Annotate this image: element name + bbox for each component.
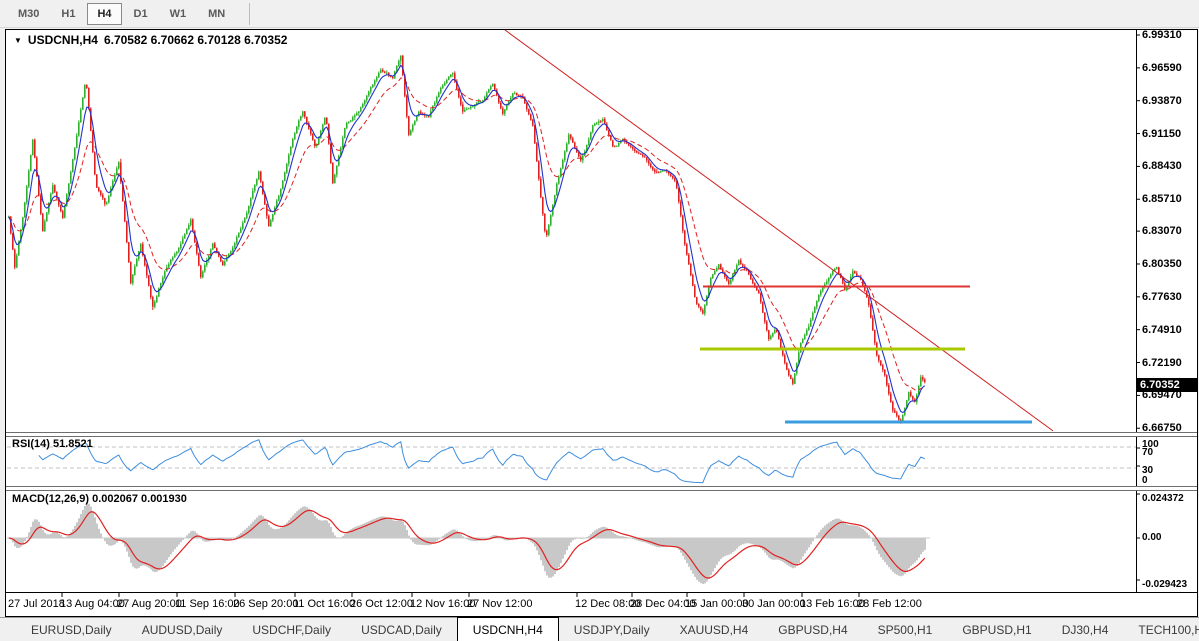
date-axis-label: 12 Nov 16:00 [410,598,475,610]
candlestick-series [8,55,926,424]
price-axis-label: 6.93870 [1142,96,1182,107]
pane-splitter[interactable] [6,432,1197,437]
descending-trendline[interactable] [505,30,1053,431]
macd-histogram [8,503,926,584]
pane-splitter[interactable] [6,486,1197,491]
chart-tab-bar: EURUSD,Daily AUDUSD,Daily USDCHF,Daily USDC… [0,617,1199,641]
tab-label: TECH100,H1 [1138,623,1199,637]
date-axis-label: 27 Jul 2018 [8,598,65,610]
tab-gbpusd-h1[interactable]: GBPUSD,H1 [947,618,1046,641]
tab-usdjpy-daily[interactable]: USDJPY,Daily [559,618,665,641]
macd-indicator-label: MACD(12,26,9) 0.002067 0.001930 [12,493,187,505]
overlay-lines [505,30,1053,431]
ma-fast-line [9,65,925,412]
tab-usdcad-daily[interactable]: USDCAD,Daily [346,618,457,641]
tab-label: XAUUSD,H4 [680,623,749,637]
macd-pane[interactable] [7,503,930,584]
tab-label: GBPUSD,H4 [778,623,847,637]
date-axis-label: 11 Sep 16:00 [175,598,240,610]
rsi-indicator-label: RSI(14) 51.8521 [12,438,93,450]
tab-label: DJ30,H4 [1062,623,1109,637]
macd-axis-label: 0.024372 [1142,494,1184,504]
axis-ticks [62,35,1140,597]
symbol-dropdown-icon[interactable]: ▼ [14,36,22,45]
tab-dj30-h4[interactable]: DJ30,H4 [1047,618,1124,641]
price-axis-label: 6.66750 [1142,423,1182,434]
chart-ohlc-values: 6.70582 6.70662 6.70128 6.70352 [104,33,288,47]
tab-label: EURUSD,Daily [31,623,112,637]
current-price-tag: 6.70352 [1137,378,1198,392]
date-axis-label: 15 Jan 00:00 [685,598,749,610]
tab-sp500-h1[interactable]: SP500,H1 [863,618,948,641]
tab-usdcnh-h4[interactable]: USDCNH,H4 [457,617,559,641]
rsi-axis-label: 70 [1142,448,1153,458]
rsi-axis-label: 0 [1142,476,1148,486]
tab-label: USDCNH,H4 [473,623,543,637]
macd-axis-label: -0.029423 [1142,580,1187,590]
date-axis-label: 30 Jan 00:00 [742,598,806,610]
price-axis-label: 6.88430 [1142,161,1182,172]
ma-slow-line [9,78,925,391]
tab-label: USDJPY,Daily [574,623,650,637]
tab-xauusd-h4[interactable]: XAUUSD,H4 [665,618,764,641]
price-axis-label: 6.85710 [1142,194,1182,205]
price-axis-label: 6.99310 [1142,30,1182,41]
rsi-line [39,440,925,483]
price-axis-divider [1136,30,1137,593]
date-axis-divider [6,592,1197,593]
date-axis-label: 11 Oct 16:00 [293,598,355,610]
tab-label: SP500,H1 [878,623,933,637]
price-axis-label: 6.77630 [1142,292,1182,303]
date-axis-label: 26 Sep 20:00 [233,598,298,610]
date-axis-label: 26 Oct 12:00 [350,598,413,610]
tab-label: USDCHF,Daily [252,623,331,637]
date-axis-label: 27 Aug 20:00 [117,598,182,610]
date-axis-label: 13 Feb 16:00 [800,598,865,610]
price-axis-label: 6.72190 [1142,358,1182,369]
price-axis-label: 6.80350 [1142,259,1182,270]
tab-usdchf-daily[interactable]: USDCHF,Daily [237,618,346,641]
price-axis-label: 6.96590 [1142,63,1182,74]
tab-label: AUDUSD,Daily [142,623,223,637]
macd-axis-label: 0.00 [1142,533,1161,543]
price-axis-label: 6.74910 [1142,325,1182,336]
date-axis-label: 13 Aug 04:00 [60,598,125,610]
tab-eurusd-daily[interactable]: EURUSD,Daily [16,618,127,641]
tab-audusd-daily[interactable]: AUDUSD,Daily [127,618,238,641]
tab-gbpusd-h4[interactable]: GBPUSD,H4 [763,618,862,641]
chart-canvas[interactable] [0,0,1199,641]
chart-title: ▼ USDCNH,H4 6.70582 6.70662 6.70128 6.70… [14,33,287,47]
date-axis-label: 27 Nov 12:00 [467,598,532,610]
rsi-pane[interactable] [7,440,1136,483]
tab-label: GBPUSD,H1 [962,623,1031,637]
price-axis-label: 6.83070 [1142,226,1182,237]
tab-tech100-h1[interactable]: TECH100,H1 [1123,618,1199,641]
date-axis-label: 28 Feb 12:00 [857,598,922,610]
price-axis-label: 6.91150 [1142,129,1181,140]
chart-symbol: USDCNH,H4 [28,33,98,47]
tab-label: USDCAD,Daily [361,623,442,637]
price-axis-label: 6.69470 [1142,390,1182,401]
